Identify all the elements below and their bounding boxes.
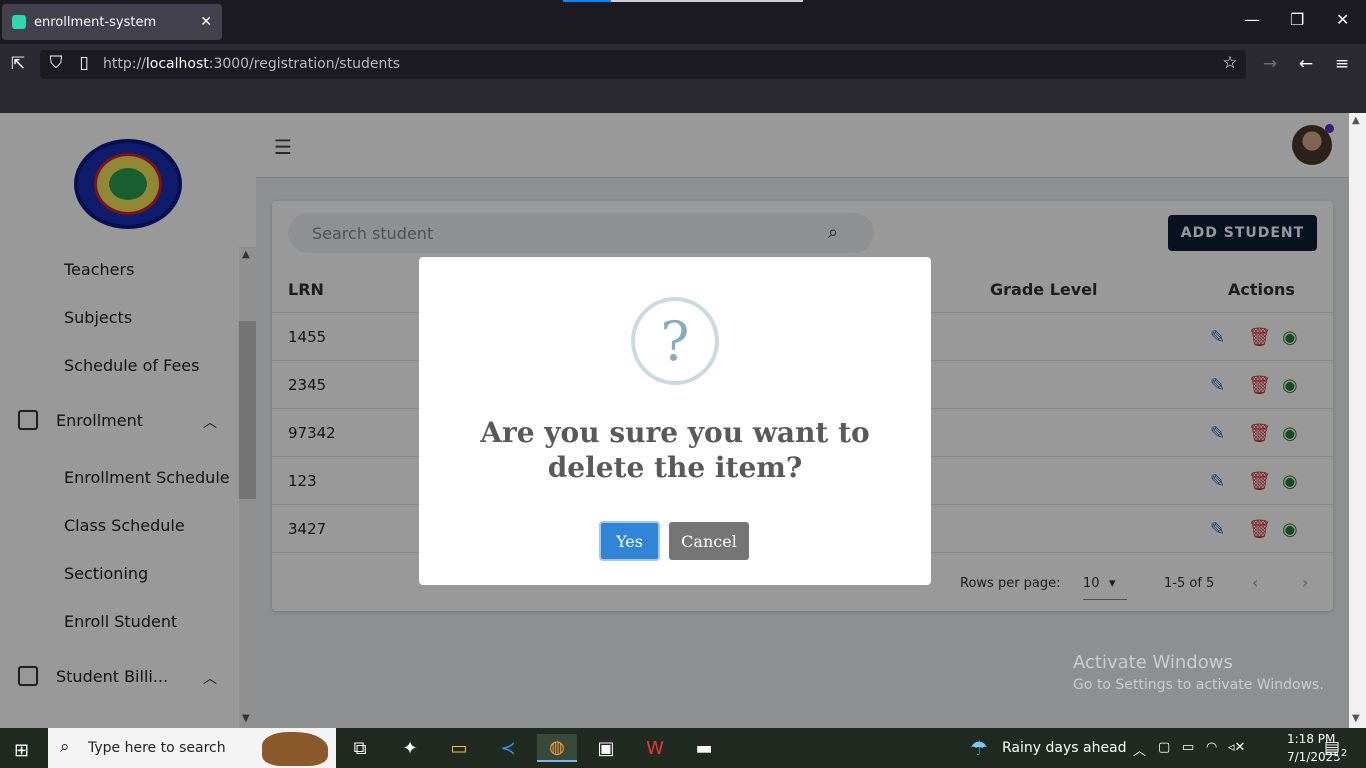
weather-text[interactable]: Rainy days ahead — [1002, 740, 1127, 756]
scroll-up-icon[interactable]: ▲ — [1352, 115, 1360, 126]
task-view-icon[interactable]: ⧉ — [340, 734, 380, 762]
tab-close-icon[interactable]: ✕ — [200, 14, 212, 30]
page-info-icon[interactable]: ▯ — [72, 53, 96, 73]
terminal-icon[interactable]: ▬ — [684, 734, 724, 762]
firefox-icon[interactable]: ◍ — [537, 734, 577, 762]
url-text[interactable]: http://localhost:3000/registration/stude… — [103, 56, 400, 72]
system-tool-icon[interactable]: ▣ — [586, 734, 626, 762]
sidebar-toggle-icon[interactable]: ⇱ — [6, 54, 30, 74]
search-icon: ⌕ — [60, 737, 70, 757]
windows-taskbar: ⊞ ⌕ Type here to search ⧉ ✦ ▭ ≺ ◍ ▣ W ▬ … — [0, 728, 1366, 768]
browser-tab-bar: enrollment-system ✕ — ❐ ✕ — [0, 0, 1366, 44]
shield-icon[interactable]: ⛉ — [44, 53, 68, 73]
windows-start-icon[interactable]: ⊞ — [14, 740, 29, 761]
show-hidden-icons-icon[interactable]: ︿ — [1133, 740, 1146, 759]
page-scrollbar[interactable]: ▲ ▼ — [1349, 113, 1366, 728]
back-icon[interactable]: ← — [1294, 54, 1318, 74]
dialog-message: Are you sure you want to delete the item… — [480, 416, 870, 484]
browser-nav-bar: ⇱ ⛉ ▯ http://localhost:3000/registration… — [0, 44, 1366, 113]
activate-windows-title: Activate Windows — [1073, 652, 1233, 673]
umbrella-rain-icon[interactable]: ☂ — [970, 736, 988, 760]
minimize-icon[interactable]: — — [1244, 10, 1260, 29]
wps-office-icon[interactable]: W — [635, 734, 675, 762]
restore-icon[interactable]: ❐ — [1290, 10, 1304, 29]
activate-windows-subtitle: Go to Settings to activate Windows. — [1073, 677, 1324, 693]
scroll-down-icon[interactable]: ▼ — [1352, 713, 1360, 724]
notification-count: 2 — [1338, 748, 1350, 760]
battery-icon[interactable]: ▭ — [1182, 740, 1194, 755]
browser-menu-icon[interactable]: ≡ — [1330, 54, 1354, 74]
address-bar[interactable]: ⛉ ▯ http://localhost:3000/registration/s… — [40, 50, 1246, 79]
taskbar-search-text: Type here to search — [88, 740, 226, 756]
browser-tab[interactable]: enrollment-system ✕ — [2, 4, 222, 40]
copilot-icon[interactable]: ✦ — [390, 734, 430, 762]
tab-loading-progress — [563, 0, 611, 2]
window-close-icon[interactable]: ✕ — [1336, 10, 1349, 29]
tab-loading-line — [563, 0, 803, 2]
confirm-yes-button[interactable]: Yes — [599, 521, 660, 561]
bison-illustration-icon — [262, 732, 328, 766]
tab-favicon-icon — [12, 15, 26, 29]
tab-title: enrollment-system — [34, 14, 157, 30]
speaker-muted-icon[interactable]: ◃✕ — [1228, 740, 1245, 755]
wifi-icon[interactable]: ◠ — [1206, 740, 1217, 755]
forward-icon[interactable]: → — [1258, 54, 1282, 74]
file-explorer-icon[interactable]: ▭ — [439, 734, 479, 762]
meet-now-icon[interactable]: ▢ — [1158, 740, 1170, 755]
cancel-button[interactable]: Cancel — [669, 522, 749, 560]
bookmark-star-icon[interactable]: ☆ — [1218, 53, 1242, 73]
vscode-icon[interactable]: ≺ — [488, 734, 528, 762]
confirm-delete-dialog: ? Are you sure you want to delete the it… — [419, 257, 931, 585]
question-icon: ? — [631, 297, 719, 385]
taskbar-search-box[interactable]: ⌕ Type here to search — [48, 728, 336, 768]
